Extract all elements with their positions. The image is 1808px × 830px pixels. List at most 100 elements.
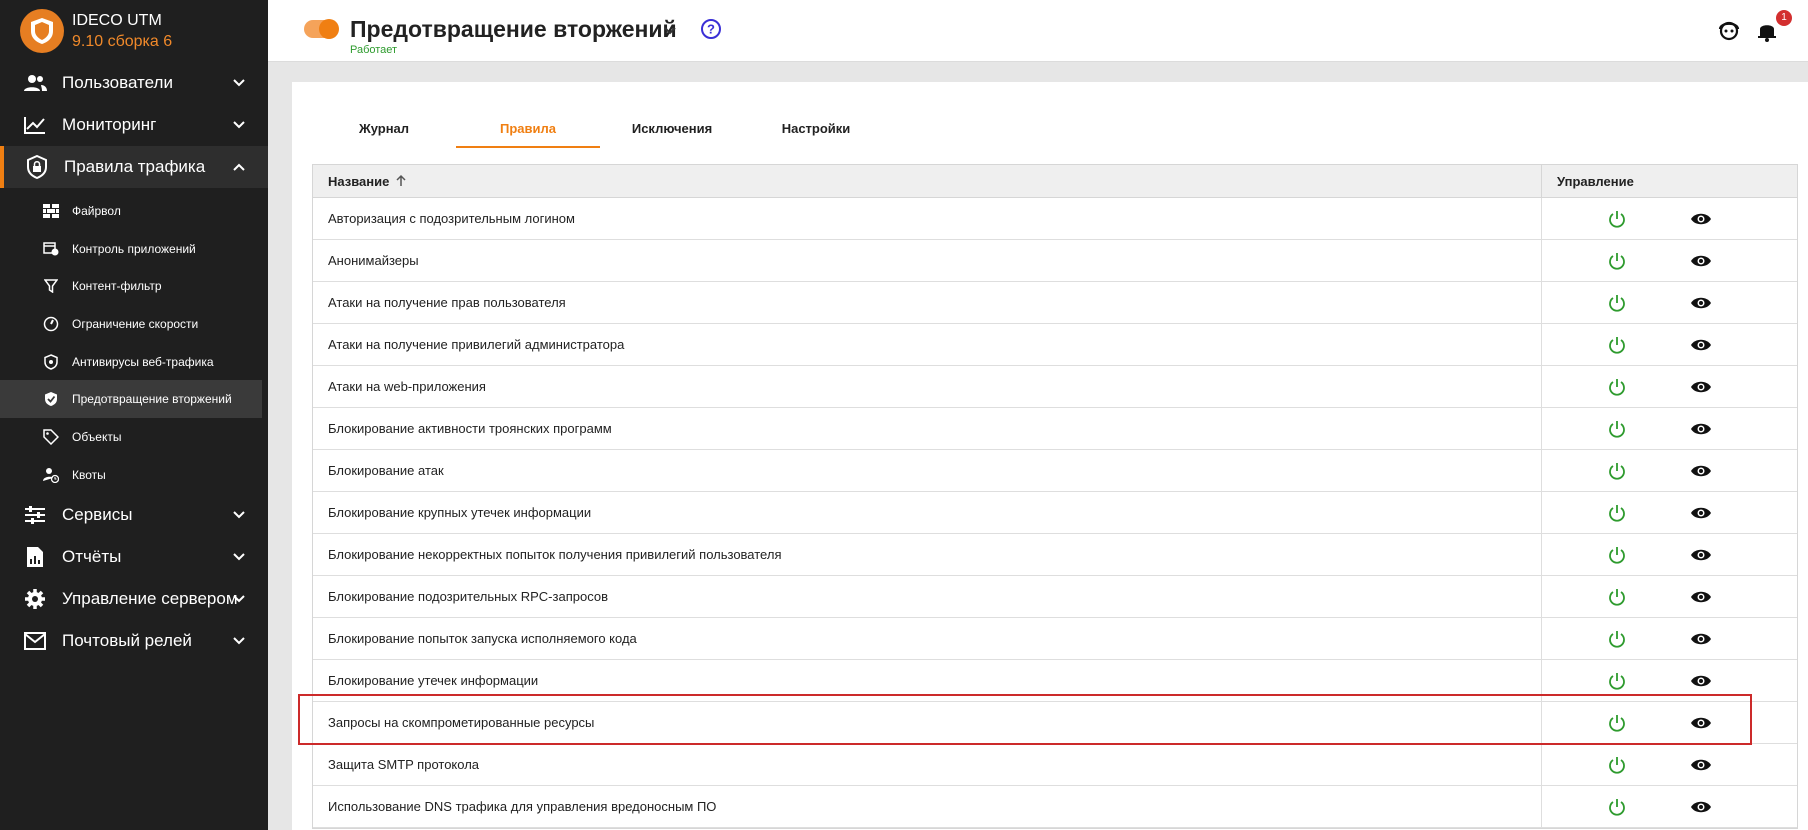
nav-server-management[interactable]: Управление сервером bbox=[0, 578, 268, 620]
eye-icon[interactable] bbox=[1690, 630, 1712, 648]
chevron-down-icon[interactable] bbox=[660, 20, 680, 40]
nav-services[interactable]: Сервисы bbox=[0, 494, 268, 536]
chevron-down-icon bbox=[233, 594, 245, 602]
power-icon[interactable] bbox=[1607, 713, 1627, 733]
power-icon[interactable] bbox=[1607, 629, 1627, 649]
eye-icon[interactable] bbox=[1690, 504, 1712, 522]
power-icon[interactable] bbox=[1607, 671, 1627, 691]
rule-controls bbox=[1542, 366, 1797, 407]
rule-controls bbox=[1542, 408, 1797, 449]
table-row: Атаки на получение привилегий администра… bbox=[313, 324, 1797, 366]
shield-icon bbox=[42, 353, 60, 371]
power-icon[interactable] bbox=[1607, 503, 1627, 523]
table-row: Блокирование активности троянских програ… bbox=[313, 408, 1797, 450]
table-row: Блокирование попыток запуска исполняемог… bbox=[313, 618, 1797, 660]
chevron-down-icon bbox=[233, 79, 245, 87]
rule-name: Блокирование попыток запуска исполняемог… bbox=[313, 618, 1542, 659]
rule-controls bbox=[1542, 534, 1797, 575]
power-icon[interactable] bbox=[1607, 377, 1627, 397]
nav-monitoring[interactable]: Мониторинг bbox=[0, 104, 268, 146]
column-header-control: Управление bbox=[1557, 173, 1634, 189]
eye-icon[interactable] bbox=[1690, 210, 1712, 228]
tab-settings[interactable]: Настройки bbox=[744, 108, 888, 148]
filter-icon bbox=[42, 277, 60, 295]
power-icon[interactable] bbox=[1607, 293, 1627, 313]
nav-mail-relay[interactable]: Почтовый релей bbox=[0, 620, 268, 662]
speedometer-icon bbox=[42, 315, 60, 333]
brand: IDECO UTM 9.10 сборка 6 bbox=[0, 0, 268, 62]
rule-controls bbox=[1542, 324, 1797, 365]
rule-controls bbox=[1542, 492, 1797, 533]
power-icon[interactable] bbox=[1607, 209, 1627, 229]
sub-item-objects[interactable]: Объекты bbox=[0, 418, 268, 456]
rule-name: Авторизация с подозрительным логином bbox=[313, 198, 1542, 239]
chevron-down-icon bbox=[233, 552, 245, 560]
eye-icon[interactable] bbox=[1690, 588, 1712, 606]
sub-item-app-control[interactable]: Контроль приложений bbox=[0, 230, 268, 268]
tab-journal[interactable]: Журнал bbox=[312, 108, 456, 148]
sub-item-web-antivirus[interactable]: Антивирусы веб-трафика bbox=[0, 343, 268, 381]
rule-name: Блокирование подозрительных RPC-запросов bbox=[313, 576, 1542, 617]
eye-icon[interactable] bbox=[1690, 798, 1712, 816]
eye-icon[interactable] bbox=[1690, 714, 1712, 732]
nav-reports[interactable]: Отчёты bbox=[0, 536, 268, 578]
tab-rules[interactable]: Правила bbox=[456, 108, 600, 148]
column-header-name[interactable]: Название bbox=[313, 165, 1542, 197]
power-icon[interactable] bbox=[1607, 335, 1627, 355]
nav-server-management-label: Управление сервером bbox=[62, 588, 238, 608]
sort-arrow-up-icon bbox=[396, 174, 406, 186]
sub-item-label: Файрвол bbox=[72, 203, 121, 218]
eye-icon[interactable] bbox=[1690, 378, 1712, 396]
power-icon[interactable] bbox=[1607, 461, 1627, 481]
eye-icon[interactable] bbox=[1690, 294, 1712, 312]
tabs: Журнал Правила Исключения Настройки bbox=[312, 108, 888, 148]
eye-icon[interactable] bbox=[1690, 546, 1712, 564]
eye-icon[interactable] bbox=[1690, 336, 1712, 354]
rules-table: Название Управление Авторизация с подозр… bbox=[312, 164, 1798, 829]
sidebar: IDECO UTM 9.10 сборка 6 Пользователи Мон… bbox=[0, 0, 268, 830]
sub-item-intrusion-prevention[interactable]: Предотвращение вторжений bbox=[0, 380, 262, 419]
eye-icon[interactable] bbox=[1690, 672, 1712, 690]
eye-icon[interactable] bbox=[1690, 462, 1712, 480]
sub-item-label: Контент-фильтр bbox=[72, 279, 162, 294]
column-header-name-label: Название bbox=[328, 173, 390, 189]
help-icon[interactable]: ? bbox=[700, 18, 722, 40]
eye-icon[interactable] bbox=[1690, 252, 1712, 270]
table-row: Запросы на скомпрометированные ресурсы bbox=[313, 702, 1797, 744]
nav-users[interactable]: Пользователи bbox=[0, 62, 268, 104]
nav-reports-label: Отчёты bbox=[62, 546, 122, 566]
table-row: Анонимайзеры bbox=[313, 240, 1797, 282]
eye-icon[interactable] bbox=[1690, 756, 1712, 774]
sub-item-label: Контроль приложений bbox=[72, 241, 196, 256]
nav-traffic-rules[interactable]: Правила трафика bbox=[0, 146, 268, 188]
eye-icon[interactable] bbox=[1690, 420, 1712, 438]
svg-text:?: ? bbox=[707, 22, 715, 37]
table-row: Блокирование атак bbox=[313, 450, 1797, 492]
sub-item-firewall[interactable]: Файрвол bbox=[0, 192, 268, 230]
power-icon[interactable] bbox=[1607, 419, 1627, 439]
rule-controls bbox=[1542, 786, 1797, 827]
rule-name: Блокирование крупных утечек информации bbox=[313, 492, 1542, 533]
sub-item-label: Предотвращение вторжений bbox=[72, 392, 232, 407]
table-row: Блокирование подозрительных RPC-запросов bbox=[313, 576, 1797, 618]
sub-item-rate-limit[interactable]: Ограничение скорости bbox=[0, 305, 268, 343]
rule-name: Запросы на скомпрометированные ресурсы bbox=[313, 702, 1542, 743]
brand-version: 9.10 сборка 6 bbox=[72, 33, 173, 50]
nav-users-label: Пользователи bbox=[62, 73, 173, 92]
table-row: Атаки на получение прав пользователя bbox=[313, 282, 1797, 324]
tab-exceptions[interactable]: Исключения bbox=[600, 108, 744, 148]
power-icon[interactable] bbox=[1607, 797, 1627, 817]
table-row: Защита SMTP протокола bbox=[313, 744, 1797, 786]
logo bbox=[20, 9, 64, 53]
power-icon[interactable] bbox=[1607, 545, 1627, 565]
report-icon bbox=[22, 544, 48, 570]
rule-controls bbox=[1542, 618, 1797, 659]
power-icon[interactable] bbox=[1607, 251, 1627, 271]
page-title: Предотвращение вторжений bbox=[350, 16, 677, 42]
power-icon[interactable] bbox=[1607, 755, 1627, 775]
power-icon[interactable] bbox=[1607, 587, 1627, 607]
support-icon[interactable] bbox=[1716, 17, 1742, 43]
sub-item-quotas[interactable]: Квоты bbox=[0, 456, 268, 494]
sub-item-content-filter[interactable]: Контент-фильтр bbox=[0, 267, 268, 305]
service-toggle[interactable] bbox=[304, 19, 339, 39]
